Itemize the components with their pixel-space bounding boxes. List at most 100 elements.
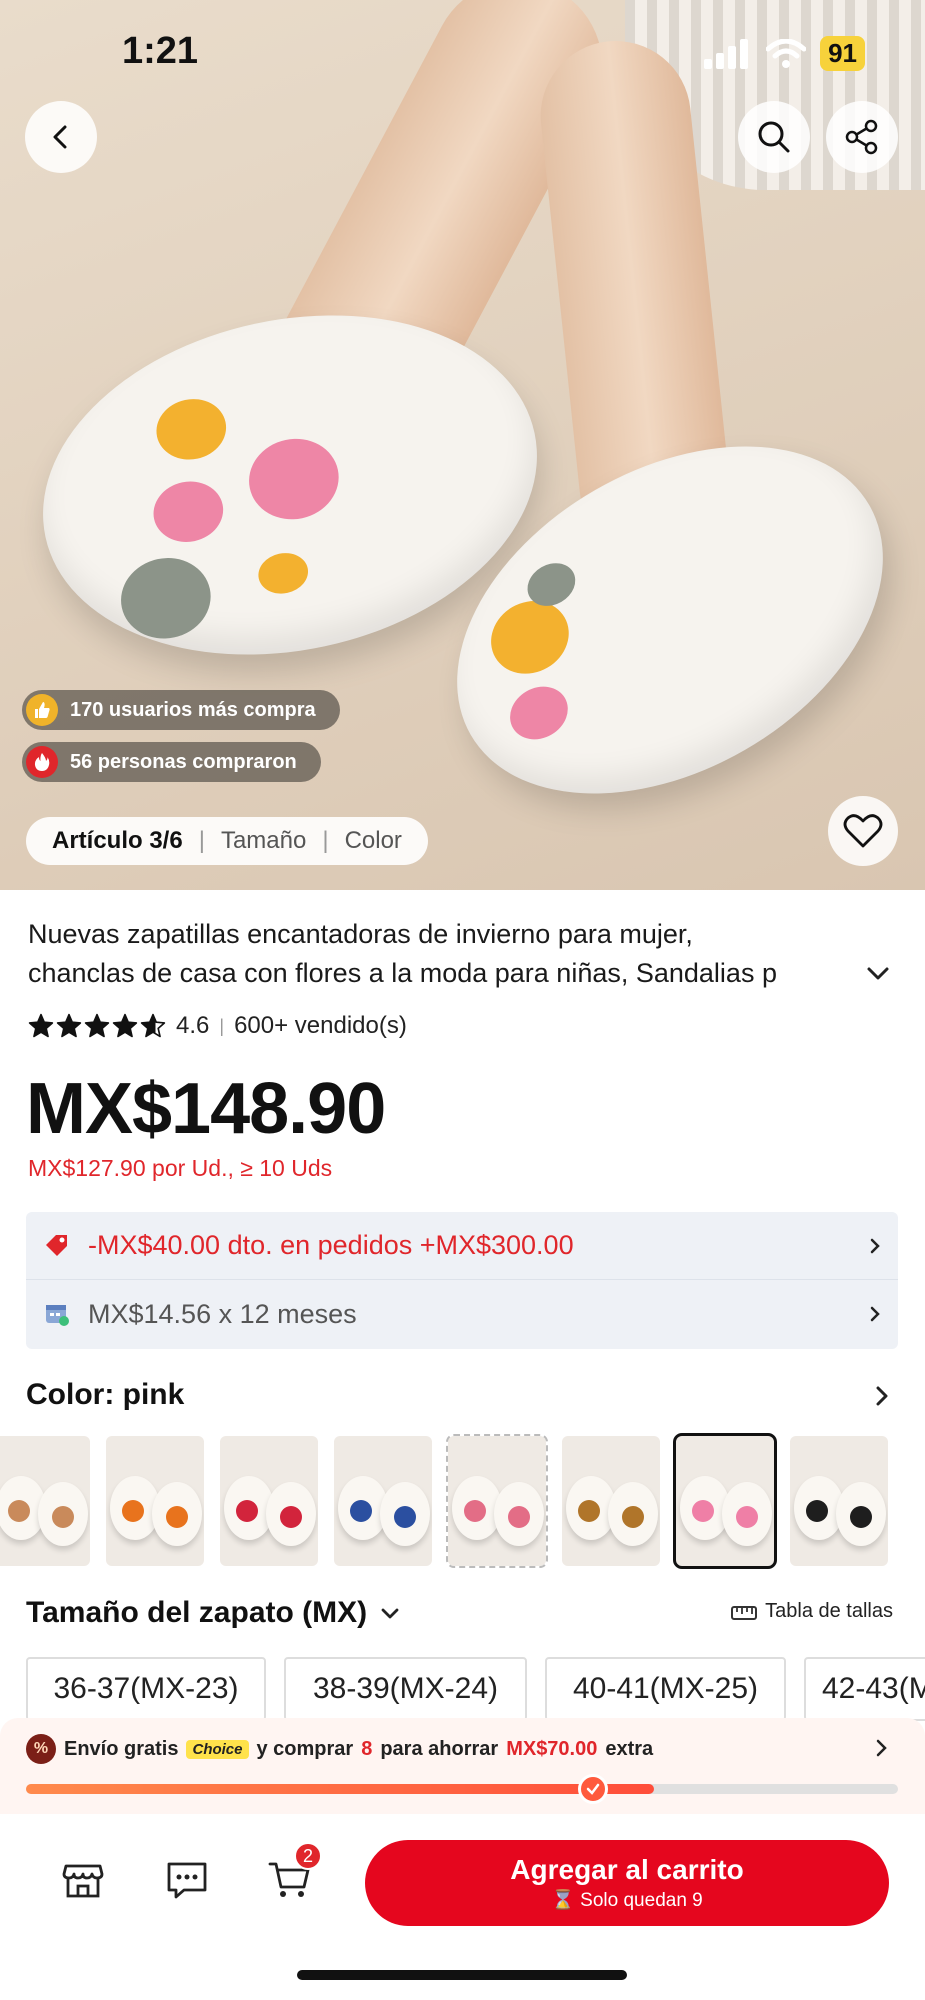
- color-variant-pink-mouse[interactable]: [673, 1433, 777, 1569]
- size-option[interactable]: 40-41(MX-25): [545, 1657, 786, 1721]
- chevron-right-icon[interactable]: [870, 1384, 894, 1408]
- product-price: MX$148.90: [26, 1069, 386, 1149]
- star-rating: [28, 1013, 166, 1039]
- slipper-motif: [350, 1500, 372, 1522]
- store-icon: [62, 1864, 104, 1898]
- wifi-icon: [766, 38, 807, 68]
- back-button[interactable]: [25, 101, 97, 173]
- tab-article[interactable]: Artículo 3/6: [52, 827, 183, 855]
- rating-row[interactable]: 4.6 | 600+ vendido(s): [28, 1012, 407, 1040]
- product-title[interactable]: Nuevas zapatillas encantadoras de invier…: [28, 915, 868, 993]
- star-icon: [28, 1013, 54, 1038]
- calendar-icon: [46, 1305, 69, 1326]
- shipping-progress-bar: [26, 1774, 898, 1804]
- size-label: Tamaño del zapato (MX): [26, 1596, 368, 1629]
- slipper-motif: [52, 1506, 74, 1528]
- add-to-cart-button[interactable]: Agregar al carrito ⌛ Solo quedan 9: [365, 1840, 889, 1926]
- discount-promo[interactable]: -MX$40.00 dto. en pedidos +MX$300.00: [26, 1212, 898, 1280]
- chevron-right-icon: [870, 1306, 880, 1322]
- items-needed: 8: [361, 1737, 373, 1760]
- stock-note: ⌛ Solo quedan 9: [551, 1890, 703, 1911]
- add-to-cart-label: Agregar al carrito: [510, 1854, 744, 1885]
- installments-text: MX$14.56 x 12 meses: [88, 1298, 357, 1329]
- star-icon: [56, 1013, 82, 1038]
- color-variant-black-mouse[interactable]: [790, 1436, 888, 1566]
- wishlist-button[interactable]: [828, 796, 898, 866]
- star-icon: [140, 1013, 166, 1038]
- slipper-motif: [280, 1506, 302, 1528]
- rating-value: 4.6: [176, 1012, 210, 1039]
- installments-promo[interactable]: MX$14.56 x 12 meses: [26, 1280, 898, 1348]
- flower-pink-small: [147, 475, 229, 549]
- size-options: 36-37(MX-23) 38-39(MX-24) 40-41(MX-25) 4…: [26, 1657, 925, 1721]
- sold-count: 600+ vendido(s): [234, 1012, 407, 1039]
- chevron-down-icon[interactable]: [864, 960, 892, 988]
- popularity-badge-text: 170 usuarios más compra: [70, 698, 316, 721]
- popularity-badge: 170 usuarios más compra: [22, 690, 340, 730]
- divider: |: [219, 1015, 225, 1036]
- slipper-motif: [236, 1500, 258, 1522]
- share-button[interactable]: [826, 101, 898, 173]
- slipper-motif: [508, 1506, 530, 1528]
- promotions-box: -MX$40.00 dto. en pedidos +MX$300.00 MX$…: [26, 1212, 898, 1349]
- search-icon: [758, 121, 790, 153]
- cart-count-badge: 2: [294, 1842, 322, 1870]
- share-icon: [845, 119, 878, 155]
- color-variant-gingerbread[interactable]: [0, 1436, 90, 1566]
- store-button[interactable]: [58, 1854, 108, 1904]
- size-option[interactable]: 42-43(MX-26): [804, 1657, 925, 1721]
- home-indicator[interactable]: [297, 1970, 627, 1980]
- flower-grey: [113, 549, 219, 647]
- color-label[interactable]: Color: pink: [26, 1378, 184, 1412]
- size-section-header[interactable]: Tamaño del zapato (MX): [26, 1596, 401, 1630]
- bulk-price: MX$127.90 por Ud., ≥ 10 Uds: [28, 1155, 333, 1181]
- slipper-motif: [394, 1506, 416, 1528]
- size-chart-label: Tabla de tallas: [765, 1600, 893, 1622]
- shipping-text-part: y comprar: [256, 1737, 354, 1760]
- status-icons: 91: [704, 36, 865, 71]
- star-icon: [84, 1013, 110, 1038]
- gallery-tabs[interactable]: Artículo 3/6 | Tamaño | Color: [26, 817, 428, 865]
- product-title-line-1: Nuevas zapatillas encantadoras de invier…: [28, 919, 693, 949]
- progress-fill: [26, 1784, 654, 1794]
- size-chart-link[interactable]: Tabla de tallas: [731, 1600, 893, 1623]
- slipper-motif: [806, 1500, 828, 1522]
- thumbs-up-icon: [26, 694, 58, 726]
- free-shipping-label: Envío gratis: [64, 1737, 179, 1760]
- color-variant-pumpkin[interactable]: [106, 1436, 204, 1566]
- color-variant-rose-heart[interactable]: [220, 1436, 318, 1566]
- free-shipping-banner[interactable]: % Envío gratis Choice y comprar 8 para a…: [0, 1718, 925, 1814]
- purchases-badge-text: 56 personas compraron: [70, 750, 297, 773]
- size-option[interactable]: 36-37(MX-23): [26, 1657, 266, 1721]
- color-variant-brown-mouse[interactable]: [562, 1436, 660, 1566]
- free-shipping-text: % Envío gratis Choice y comprar 8 para a…: [26, 1734, 653, 1764]
- slipper-motif: [692, 1500, 714, 1522]
- divider: |: [322, 827, 329, 854]
- coupon-tag-icon: [46, 1234, 67, 1256]
- search-button[interactable]: [738, 101, 810, 173]
- color-variant-evil-eye[interactable]: [334, 1436, 432, 1566]
- flower-yellow: [150, 392, 232, 466]
- heart-icon: [843, 814, 883, 848]
- tab-color[interactable]: Color: [345, 827, 402, 855]
- color-variants: [0, 1433, 888, 1569]
- tab-size[interactable]: Tamaño: [221, 827, 306, 855]
- chevron-left-icon: [53, 125, 67, 149]
- slipper-motif: [122, 1500, 144, 1522]
- shipping-text-part: extra: [605, 1737, 654, 1760]
- chevron-down-icon: [381, 1608, 399, 1619]
- size-option[interactable]: 38-39(MX-24): [284, 1657, 527, 1721]
- slipper-motif: [622, 1506, 644, 1528]
- slipper-motif: [578, 1500, 600, 1522]
- product-page: 1:21 91 170 usuarios más compra 56 perso…: [0, 0, 925, 2000]
- star-icon: [112, 1013, 138, 1038]
- chevron-right-icon: [876, 1739, 887, 1757]
- divider: |: [198, 827, 205, 854]
- flower-yellow-small: [254, 548, 312, 599]
- product-title-line-2: chanclas de casa con flores a la moda pa…: [28, 958, 777, 988]
- chat-button[interactable]: [162, 1854, 212, 1904]
- battery-indicator: 91: [820, 36, 865, 71]
- color-variant-hearts-love[interactable]: [446, 1434, 548, 1568]
- signal-icon: [704, 38, 749, 69]
- slipper-motif: [850, 1506, 872, 1528]
